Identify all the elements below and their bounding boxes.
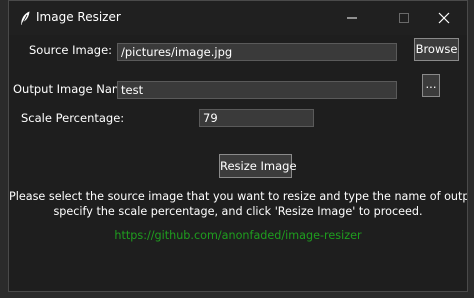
instructions-line-1: Please select the source image that you … (9, 190, 467, 203)
minimize-button[interactable] (329, 1, 375, 35)
github-link[interactable]: https://github.com/anonfaded/image-resiz… (9, 229, 467, 242)
output-name-label: Output Image Name: (13, 82, 135, 96)
scale-percentage-label: Scale Percentage: (21, 111, 125, 125)
instructions-line-2: specify the scale percentage, and click … (53, 205, 423, 218)
feather-icon (17, 10, 33, 26)
maximize-icon (399, 13, 409, 23)
window-title: Image Resizer (36, 10, 121, 24)
close-button[interactable] (421, 1, 467, 35)
scale-percentage-input[interactable]: 79 (199, 109, 314, 127)
output-browse-button[interactable]: ... (422, 74, 440, 97)
minimize-icon (347, 17, 357, 19)
source-image-input[interactable]: /pictures/image.jpg (117, 43, 397, 61)
browse-button[interactable]: Browse (414, 38, 459, 61)
source-image-label: Source Image: (29, 43, 113, 57)
resize-image-button[interactable]: Resize Image (219, 154, 297, 178)
output-name-input[interactable]: test (117, 81, 397, 99)
close-icon (438, 12, 450, 24)
app-window: Image Resizer Source Image: /pictures/im… (8, 0, 468, 292)
title-bar[interactable]: Image Resizer (9, 1, 467, 35)
